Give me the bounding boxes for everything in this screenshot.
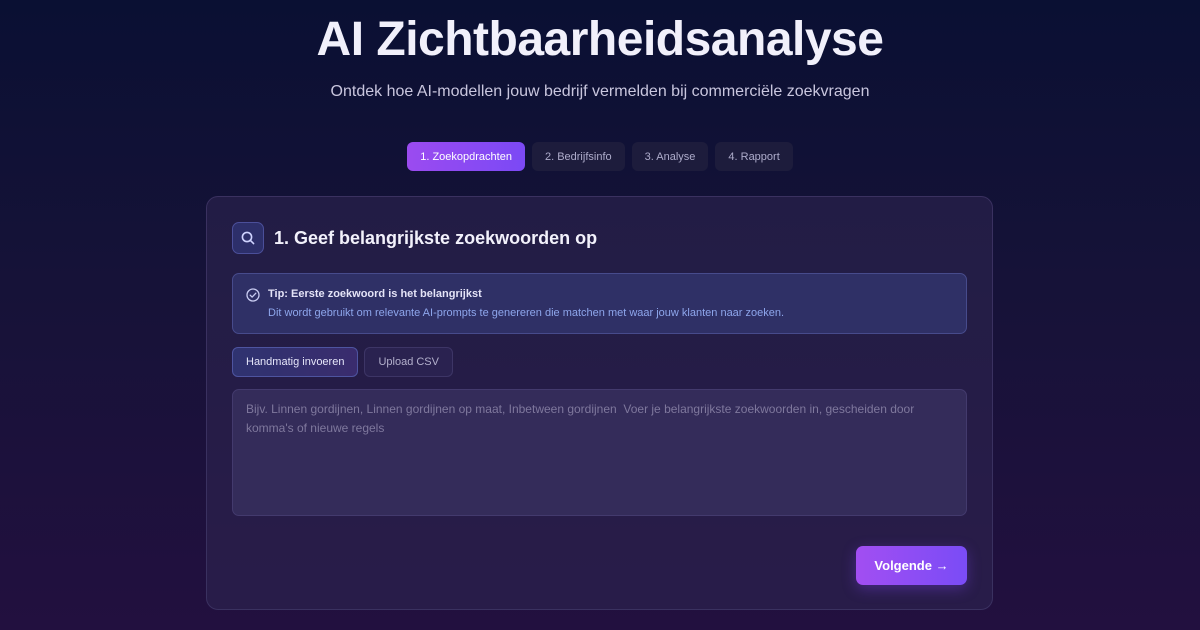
card-title: 1. Geef belangrijkste zoekwoorden op <box>274 227 598 248</box>
input-mode-tabs: Handmatig invoeren Upload CSV <box>232 347 453 377</box>
page-title: AI Zichtbaarheidsanalyse <box>316 13 884 66</box>
step-tab-zoekopdrachten[interactable]: 1. Zoekopdrachten <box>407 142 525 171</box>
step-tab-rapport[interactable]: 4. Rapport <box>715 142 793 171</box>
tip-box: Tip: Eerste zoekwoord is het belangrijks… <box>232 273 967 334</box>
next-button[interactable]: Volgende → <box>856 546 967 585</box>
step-tab-analyse[interactable]: 3. Analyse <box>631 142 709 171</box>
keywords-card: 1. Geef belangrijkste zoekwoorden op Tip… <box>206 196 993 610</box>
tip-title: Tip: Eerste zoekwoord is het belangrijks… <box>268 288 482 300</box>
tab-upload-csv[interactable]: Upload CSV <box>364 347 453 377</box>
search-icon <box>232 222 264 254</box>
tab-manual-input[interactable]: Handmatig invoeren <box>232 347 359 377</box>
step-tab-bedrijfsinfo[interactable]: 2. Bedrijfsinfo <box>531 142 625 171</box>
card-header: 1. Geef belangrijkste zoekwoorden op <box>232 222 597 254</box>
tip-text: Dit wordt gebruikt om relevante AI-promp… <box>268 307 785 319</box>
page-subtitle: Ontdek hoe AI-modellen jouw bedrijf verm… <box>330 83 870 100</box>
keywords-input[interactable] <box>232 389 967 516</box>
check-circle-icon <box>246 288 260 307</box>
step-navigation: 1. Zoekopdrachten 2. Bedrijfsinfo 3. Ana… <box>0 142 1200 171</box>
